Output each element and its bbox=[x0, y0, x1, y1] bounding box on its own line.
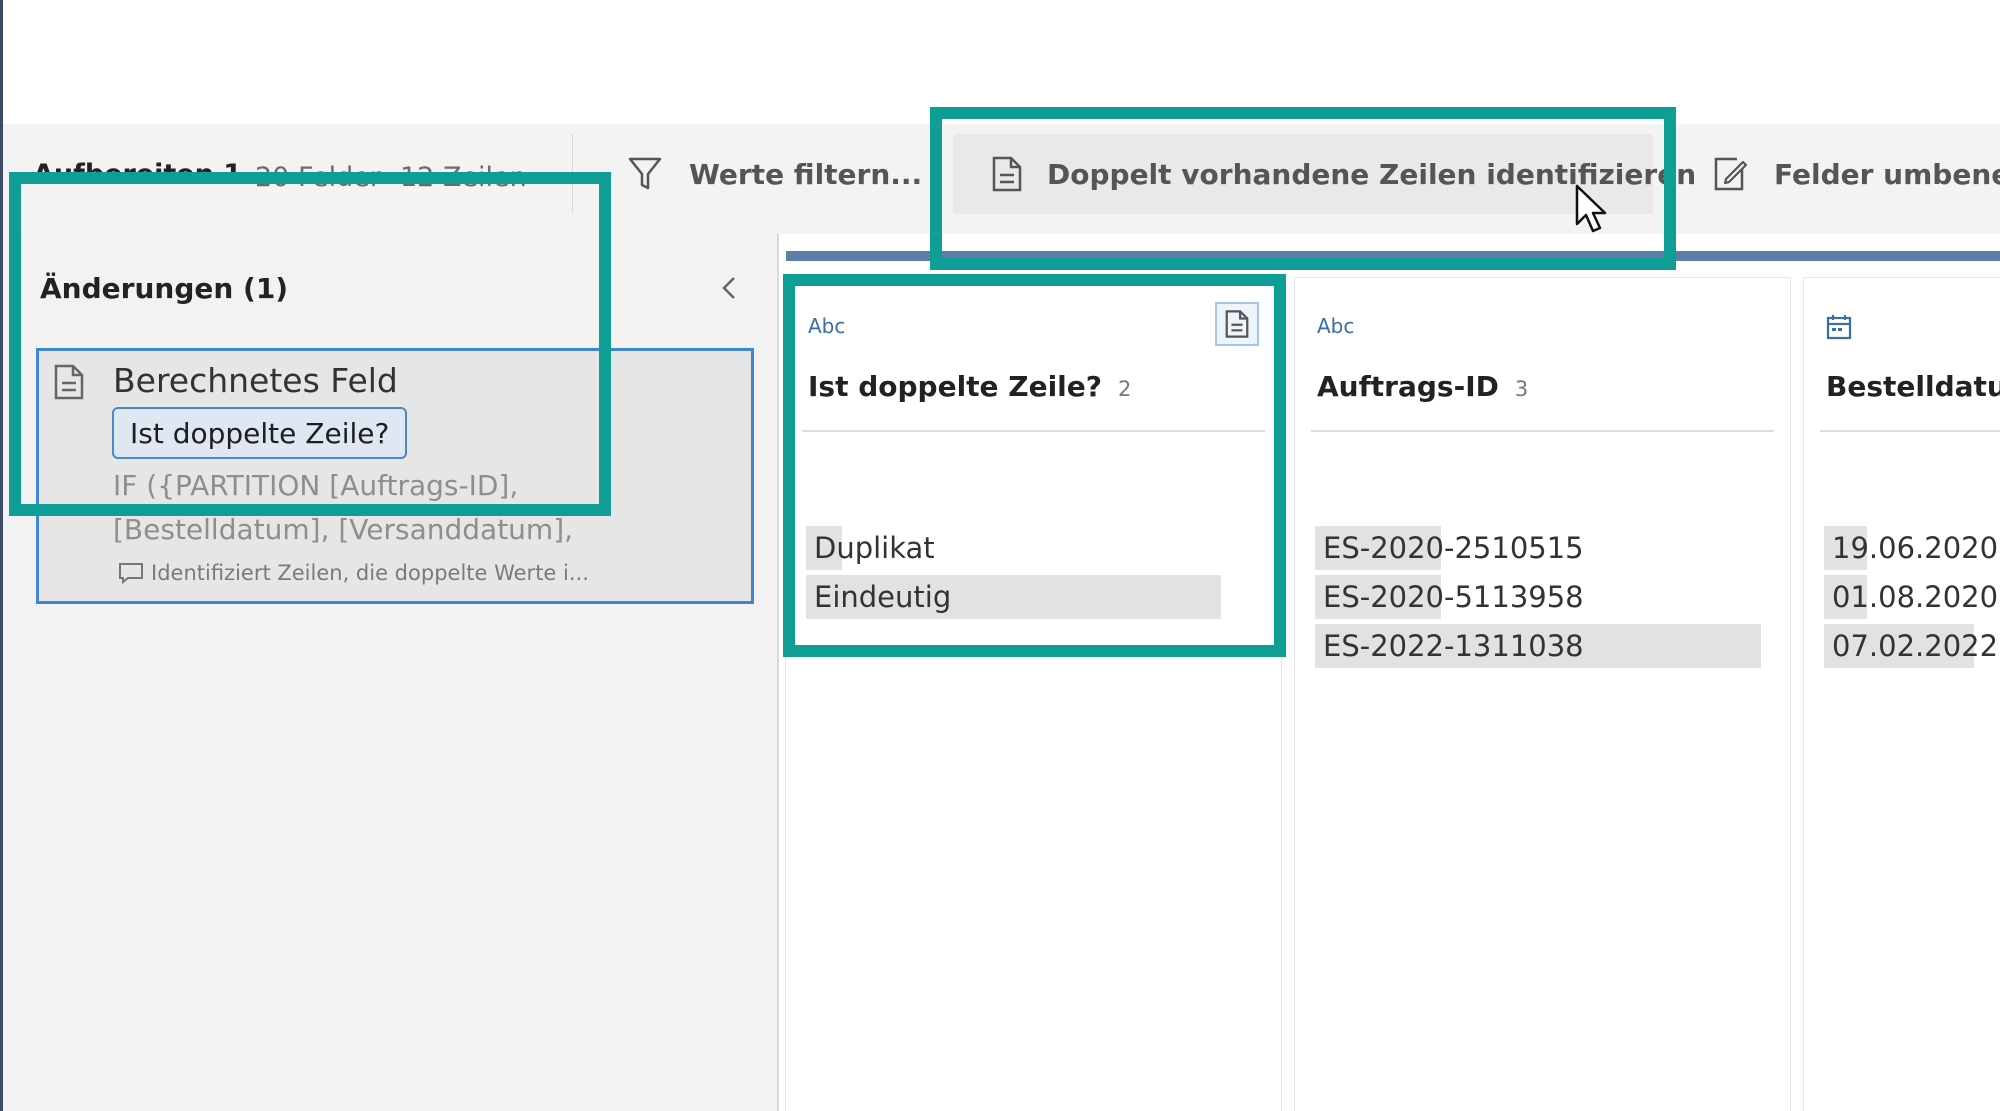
value-label: 07.02.2022 bbox=[1832, 629, 1999, 663]
change-comment: Identifiziert Zeilen, die doppelte Werte… bbox=[117, 561, 589, 585]
duplicate-rows-icon bbox=[991, 154, 1023, 194]
change-type-title: Berechnetes Feld bbox=[113, 361, 398, 400]
chevron-left-icon bbox=[722, 277, 735, 299]
profile-column-order-date[interactable]: Bestelldatum 19.06.2020 01.08.2020 07.02… bbox=[1804, 278, 2000, 1111]
identify-duplicates-label: Doppelt vorhandene Zeilen identifizieren bbox=[1047, 157, 1697, 191]
value-row-order-date[interactable]: 07.02.2022 bbox=[1824, 624, 1998, 668]
edit-icon bbox=[1710, 154, 1750, 194]
rows-count: 12 Zeilen bbox=[400, 162, 527, 193]
profile-accent-bar bbox=[786, 251, 2000, 261]
column-distinct-count: 2 bbox=[1118, 377, 1132, 401]
calendar-icon bbox=[1826, 314, 1852, 345]
value-label: ES-2020-5113958 bbox=[1323, 580, 1584, 614]
value-label: Eindeutig bbox=[814, 580, 952, 614]
value-label: ES-2020-2510515 bbox=[1323, 531, 1584, 565]
string-type-label: Abc bbox=[1317, 314, 1355, 338]
rename-fields-button[interactable]: Felder umbenenn bbox=[1710, 134, 2000, 214]
filter-values-button[interactable]: Werte filtern... bbox=[625, 134, 922, 214]
column-header-divider bbox=[802, 430, 1265, 432]
column-distinct-count: 3 bbox=[1514, 377, 1529, 401]
calculated-field-icon bbox=[53, 363, 89, 403]
value-label: 19.06.2020 bbox=[1832, 531, 1999, 565]
filter-icon bbox=[625, 154, 665, 194]
changes-panel: Änderungen (1) Berechnetes Feld Ist dopp… bbox=[3, 234, 779, 1111]
value-row-eindeutig[interactable]: Eindeutig bbox=[806, 575, 1221, 619]
filter-values-label: Werte filtern... bbox=[689, 157, 923, 191]
formula-line-2: [Bestelldatum], [Versanddatum], bbox=[113, 513, 574, 546]
profile-column-order-id[interactable]: Abc Auftrags-ID 3 ES-2020-2510515 ES-2020… bbox=[1295, 278, 1790, 1111]
step-name: Aufbereiten 1 bbox=[33, 159, 243, 190]
value-row-order-id[interactable]: ES-2020-5113958 bbox=[1315, 575, 1584, 619]
value-row-order-id[interactable]: ES-2020-2510515 bbox=[1315, 526, 1584, 570]
changes-panel-title: Änderungen (1) bbox=[40, 272, 289, 305]
calculated-field-badge[interactable] bbox=[1215, 302, 1259, 346]
profile-column-is-duplicate[interactable]: Abc Ist doppelte Zeile? 2 Duplikat Eindeu… bbox=[786, 278, 1281, 1111]
column-name: Ist doppelte Zeile? 2 bbox=[808, 370, 1132, 403]
value-label: 01.08.2020 bbox=[1832, 580, 1999, 614]
rename-fields-label: Felder umbenenn bbox=[1774, 157, 2000, 191]
column-header-divider bbox=[1820, 430, 2000, 432]
top-blank-area bbox=[3, 0, 2000, 124]
toolbar-divider bbox=[572, 134, 573, 212]
column-name: Bestelldatum bbox=[1826, 370, 2000, 403]
comment-text: Identifiziert Zeilen, die doppelte Werte… bbox=[151, 561, 589, 585]
collapse-panel-button[interactable] bbox=[711, 270, 747, 306]
value-label: ES-2022-1311038 bbox=[1323, 629, 1584, 663]
value-label: Duplikat bbox=[814, 531, 935, 565]
value-row-duplikat[interactable]: Duplikat bbox=[806, 526, 935, 570]
calculated-field-icon bbox=[1225, 310, 1249, 338]
fields-count: 20 Felder bbox=[255, 162, 381, 193]
column-name: Auftrags-ID 3 bbox=[1317, 370, 1529, 403]
comment-icon bbox=[117, 561, 145, 585]
value-row-order-id[interactable]: ES-2022-1311038 bbox=[1315, 624, 1761, 668]
step-toolbar: Aufbereiten 1 20 Felder 12 Zeilen Werte … bbox=[3, 124, 2000, 234]
identify-duplicates-button[interactable]: Doppelt vorhandene Zeilen identifizieren bbox=[953, 134, 1696, 214]
value-row-order-date[interactable]: 19.06.2020 bbox=[1824, 526, 1998, 570]
formula-line-1: IF ({PARTITION [Auftrags-ID], bbox=[113, 469, 519, 502]
change-card-calculated-field[interactable]: Berechnetes Feld Ist doppelte Zeile? IF … bbox=[36, 348, 754, 604]
field-name-chip[interactable]: Ist doppelte Zeile? bbox=[112, 407, 408, 459]
value-row-order-date[interactable]: 01.08.2020 bbox=[1824, 575, 1998, 619]
column-header-divider bbox=[1311, 430, 1774, 432]
string-type-label: Abc bbox=[808, 314, 846, 338]
